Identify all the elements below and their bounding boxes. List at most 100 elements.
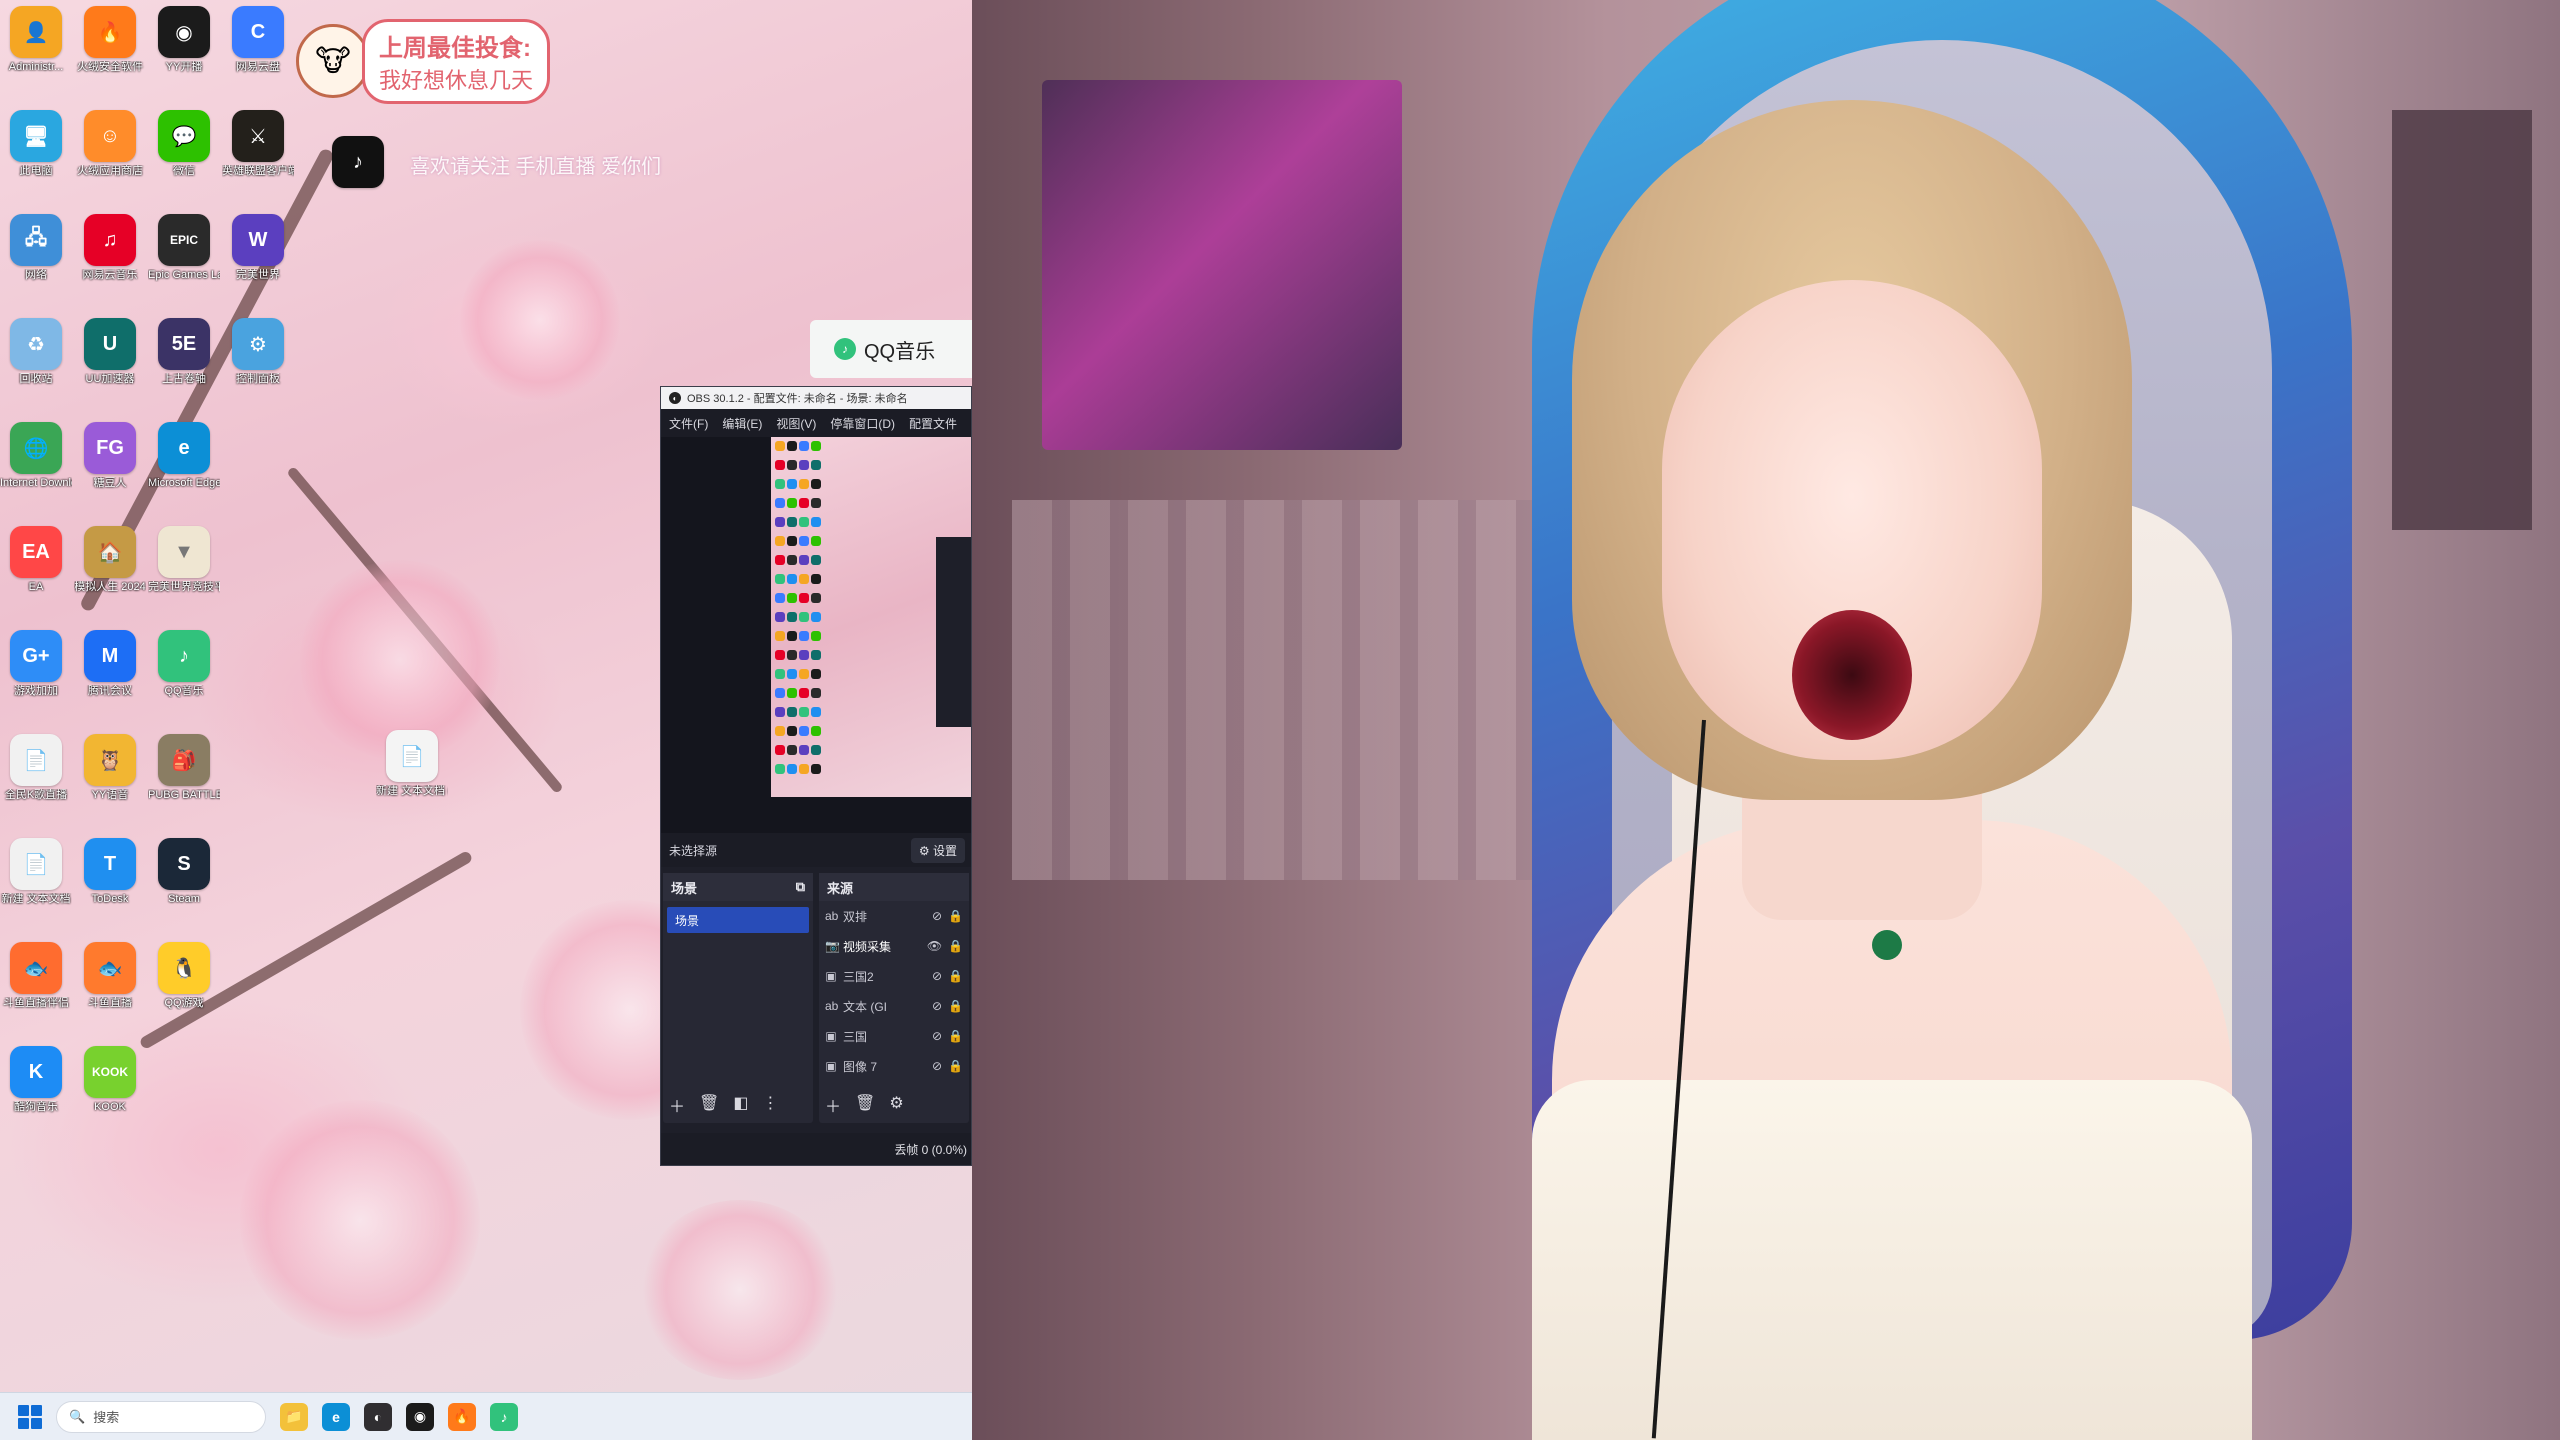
scene-item[interactable]: 场景	[667, 907, 809, 933]
lock-icon[interactable]: 🔒	[948, 999, 963, 1013]
desktop-icon[interactable]: ♻ 回收站	[0, 318, 72, 386]
desktop-icon[interactable]: EPIC Epic Games Launcher	[148, 214, 220, 282]
windows-start-button[interactable]	[18, 1404, 42, 1429]
scene-more-button[interactable]: ⋮	[762, 1093, 778, 1117]
lock-icon[interactable]: 🔒	[948, 969, 963, 983]
desktop-icon[interactable]: K 酷狗音乐	[0, 1046, 72, 1114]
desktop-icon-label: 火绒应用商店	[77, 165, 143, 177]
source-item[interactable]: ▣ 三国 ⊘ 🔒	[819, 1021, 969, 1051]
taskbar-app-icon[interactable]: 📁	[280, 1402, 308, 1431]
text-file-desktop-icon[interactable]: 📄 新建 文本文档 (2)	[376, 730, 448, 798]
desktop-icon[interactable]: FG 糖豆人	[74, 422, 146, 490]
desktop-icon[interactable]: W 完美世界	[222, 214, 294, 282]
desktop-icon[interactable]: 🖥 此电脑	[0, 110, 72, 178]
visibility-toggle-icon[interactable]: ⊘	[932, 969, 942, 983]
desktop-icon[interactable]: 🎒 PUBG BATTLEGR...	[148, 734, 220, 802]
remove-source-button[interactable]: 🗑	[855, 1093, 875, 1117]
desktop-icon[interactable]: ♪ QQ音乐	[148, 630, 220, 698]
desktop-icon[interactable]: EA EA	[0, 526, 72, 594]
source-settings-button[interactable]: ⚙ 设置	[910, 837, 965, 863]
desktop-icon[interactable]: 🏠 模拟人生 2024	[74, 526, 146, 594]
obs-menu-item[interactable]: 文件(F)	[669, 415, 708, 432]
obs-preview-canvas[interactable]	[771, 437, 971, 797]
add-source-button[interactable]: ＋	[825, 1093, 841, 1117]
desktop-icon[interactable]: M 腾讯会议	[74, 630, 146, 698]
taskbar-app-icon[interactable]: ◐	[364, 1402, 392, 1431]
taskbar-search-box[interactable]: 🔍 搜索	[56, 1400, 266, 1433]
desktop-icon[interactable]: ♫ 网易云音乐	[74, 214, 146, 282]
preview-desktop-icon	[775, 574, 785, 584]
lock-icon[interactable]: 🔒	[948, 1029, 963, 1043]
desktop-icon[interactable]: e Microsoft Edge	[148, 422, 220, 490]
app-icon: 📄	[10, 734, 62, 786]
source-properties-button[interactable]: ⚙	[889, 1093, 903, 1117]
desktop-icon-label: 斗鱼直播	[88, 997, 132, 1009]
obs-preview-area[interactable]	[661, 437, 971, 865]
visibility-toggle-icon[interactable]: 👁	[927, 939, 942, 953]
source-item[interactable]: ab 文本 (GI ⊘ 🔒	[819, 991, 969, 1021]
remove-scene-button[interactable]: 🗑	[699, 1093, 719, 1117]
desktop-icon[interactable]: 🐟 斗鱼直播伴侣	[0, 942, 72, 1010]
desktop-icon[interactable]: 🦉 YY语音	[74, 734, 146, 802]
app-icon: 🖧	[10, 214, 62, 266]
obs-window[interactable]: ◐ OBS 30.1.2 - 配置文件: 未命名 - 场景: 未命名 文件(F)…	[660, 386, 972, 1166]
obs-menu-item[interactable]: 配置文件	[909, 415, 957, 432]
desktop-icon[interactable]: ☺ 火绒应用商店	[74, 110, 146, 178]
visibility-toggle-icon[interactable]: ⊘	[932, 1059, 942, 1073]
app-icon: 📄	[10, 838, 62, 890]
desktop-icon[interactable]: ⚔ 英雄联盟客户端	[222, 110, 294, 178]
preview-desktop-icon	[787, 498, 797, 508]
taskbar-app-icon[interactable]: ◉	[406, 1402, 434, 1431]
visibility-toggle-icon[interactable]: ⊘	[932, 909, 942, 923]
desktop-icon[interactable]: 🖧 网络	[0, 214, 72, 282]
lock-icon[interactable]: 🔒	[948, 1059, 963, 1073]
source-item[interactable]: ab 双排 ⊘ 🔒	[819, 901, 969, 931]
desktop-icon[interactable]: S Steam	[148, 838, 220, 906]
desktop-icon[interactable]: T ToDesk	[74, 838, 146, 906]
desktop-icon[interactable]: G+ 游戏加加	[0, 630, 72, 698]
desktop-icon[interactable]: 🐟 斗鱼直播	[74, 942, 146, 1010]
taskbar-app-icon[interactable]: ♪	[490, 1402, 518, 1431]
taskbar-app-icon[interactable]: 🔥	[448, 1402, 476, 1431]
obs-menu-item[interactable]: 视图(V)	[776, 415, 816, 432]
obs-titlebar[interactable]: ◐ OBS 30.1.2 - 配置文件: 未命名 - 场景: 未命名	[661, 387, 971, 409]
background-shelf	[1012, 500, 1612, 880]
desktop-icon[interactable]: C 网易云盘	[222, 6, 294, 74]
desktop-icon[interactable]: 🌐 Internet Downlo...	[0, 422, 72, 490]
obs-menu-item[interactable]: 编辑(E)	[722, 415, 762, 432]
desktop-icon[interactable]: 👤 Administr...	[0, 6, 72, 74]
scene-filters-button[interactable]: ◧	[733, 1093, 748, 1117]
source-item[interactable]: ▣ 三国2 ⊘ 🔒	[819, 961, 969, 991]
preview-desktop-icon	[799, 726, 809, 736]
dock-undock-icon[interactable]: ⧉	[796, 879, 805, 895]
tiktok-desktop-icon[interactable]: ♪	[322, 136, 394, 188]
desktop-icon[interactable]: ⚙ 控制面板	[222, 318, 294, 386]
desktop-icon[interactable]: 5E 上古卷轴	[148, 318, 220, 386]
obs-status-bar: 丢帧 0 (0.0%)	[661, 1133, 971, 1165]
add-scene-button[interactable]: ＋	[669, 1093, 685, 1117]
desktop-icon[interactable]: ▼ 完美世界竞技平台	[148, 526, 220, 594]
desktop-icon[interactable]: ◉ YY开播	[148, 6, 220, 74]
preview-desktop-icon	[811, 593, 821, 603]
preview-desktop-icon	[799, 441, 809, 451]
desktop-icon[interactable]: 💬 微信	[148, 110, 220, 178]
source-item[interactable]: 📷 视频采集 👁 🔒	[819, 931, 969, 961]
desktop-icon[interactable]: 🐧 QQ游戏	[148, 942, 220, 1010]
gear-icon: ⚙	[918, 843, 930, 858]
lock-icon[interactable]: 🔒	[948, 939, 963, 953]
preview-desktop-icon	[799, 745, 809, 755]
visibility-toggle-icon[interactable]: ⊘	[932, 1029, 942, 1043]
visibility-toggle-icon[interactable]: ⊘	[932, 999, 942, 1013]
preview-desktop-icon	[787, 517, 797, 527]
search-icon: 🔍	[69, 1408, 86, 1424]
desktop-icon[interactable]: U UU加速器	[74, 318, 146, 386]
obs-menu-item[interactable]: 停靠窗口(D)	[830, 415, 895, 432]
source-item[interactable]: ▣ 图像 7 ⊘ 🔒	[819, 1051, 969, 1081]
desktop-icon[interactable]: 🔥 火绒安全软件	[74, 6, 146, 74]
desktop-icon[interactable]: 📄 新建 文本文档	[0, 838, 72, 906]
qqmusic-floating-tab[interactable]: ♪ QQ音乐	[810, 320, 972, 378]
lock-icon[interactable]: 🔒	[948, 909, 963, 923]
desktop-icon[interactable]: 📄 全民K歌直播	[0, 734, 72, 802]
desktop-icon[interactable]: KOOK KOOK	[74, 1046, 146, 1114]
taskbar-app-icon[interactable]: e	[322, 1402, 350, 1431]
